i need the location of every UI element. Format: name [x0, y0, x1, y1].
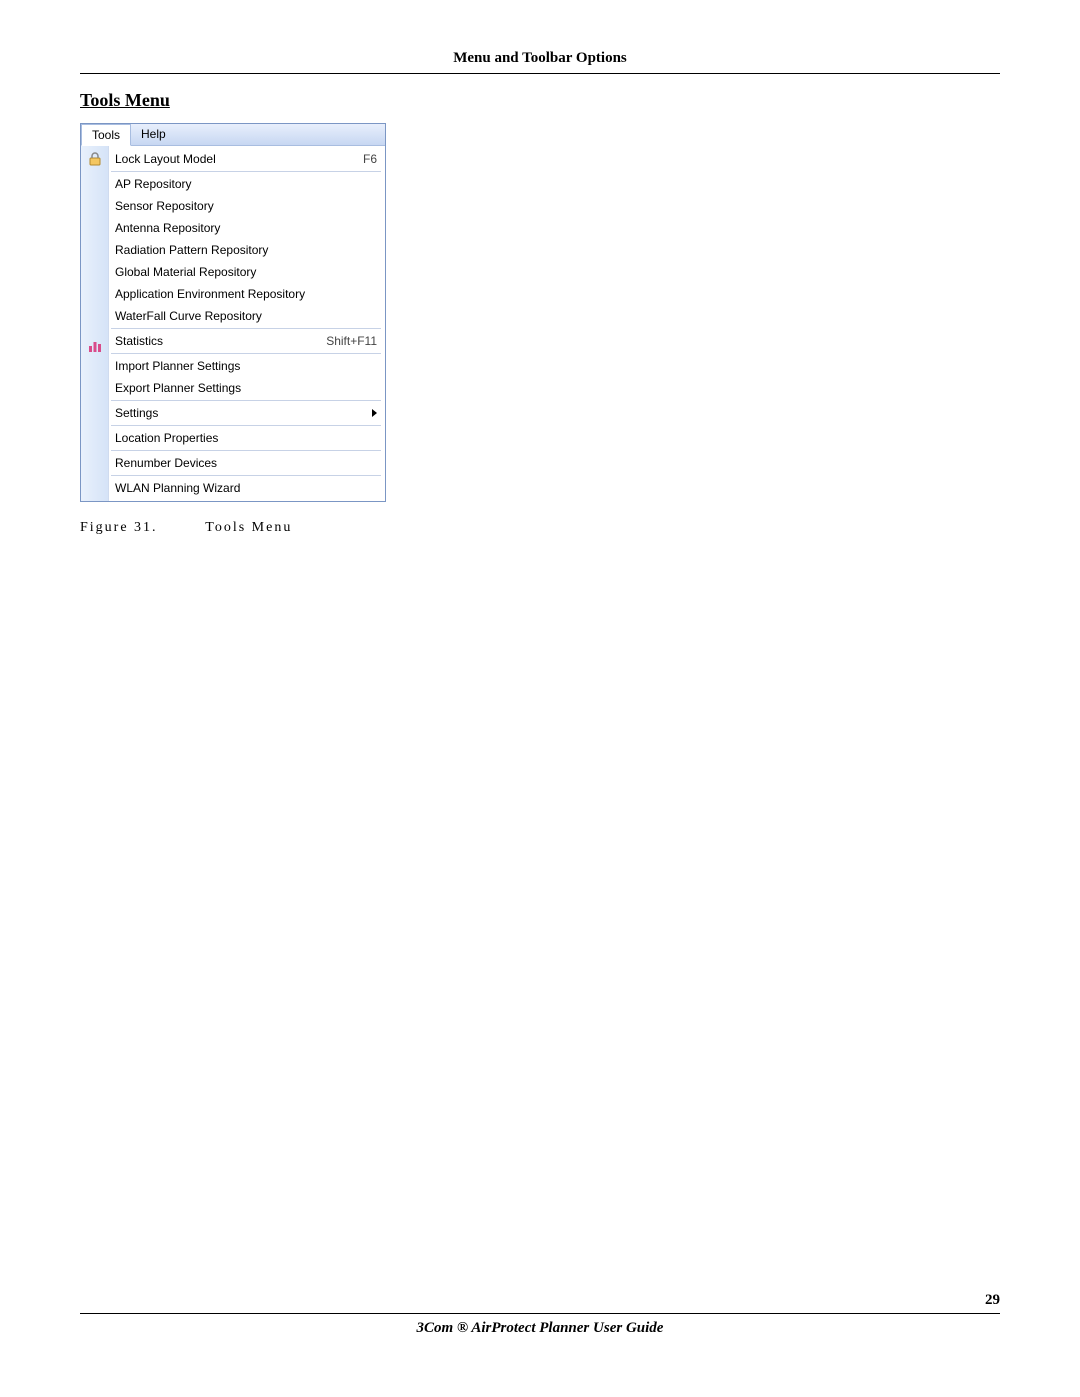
figure-caption: Figure 31. Tools Menu — [80, 520, 1000, 536]
section-title: Tools Menu — [80, 90, 1000, 111]
menu-item[interactable]: Antenna Repository — [109, 217, 385, 239]
menu-item-label: Location Properties — [115, 431, 377, 445]
menu-separator — [111, 328, 381, 329]
menu-separator — [111, 353, 381, 354]
page-number: 29 — [80, 1292, 1000, 1309]
menu-separator — [111, 425, 381, 426]
menu-item-label: Renumber Devices — [115, 456, 377, 470]
menu-item-label: Application Environment Repository — [115, 287, 377, 301]
menu-item[interactable]: Application Environment Repository — [109, 283, 385, 305]
stats-icon — [85, 335, 105, 357]
menu-item[interactable]: Location Properties — [109, 427, 385, 449]
tools-menu-screenshot: Tools Help — [80, 123, 386, 502]
menubar: Tools Help — [81, 124, 385, 146]
menu-item[interactable]: WaterFall Curve Repository — [109, 305, 385, 327]
menu-item-list: Lock Layout ModelF6 AP Repository Sensor R… — [109, 146, 385, 501]
figure-caption-prefix: Figure 31. — [80, 520, 200, 536]
menu-item-label: Export Planner Settings — [115, 381, 377, 395]
submenu-arrow-icon — [372, 409, 377, 417]
menu-item-label: Statistics — [115, 334, 316, 348]
menu-icon-strip — [81, 146, 109, 501]
menu-item[interactable]: WLAN Planning Wizard — [109, 477, 385, 499]
page-header: Menu and Toolbar Options — [80, 50, 1000, 73]
menubar-tab-tools[interactable]: Tools — [81, 124, 131, 146]
menu-separator — [111, 475, 381, 476]
menu-item[interactable]: Import Planner Settings — [109, 355, 385, 377]
menu-separator — [111, 400, 381, 401]
page-footer: 3Com ® AirProtect Planner User Guide — [80, 1314, 1000, 1337]
menu-item-label: WLAN Planning Wizard — [115, 481, 377, 495]
menu-item[interactable]: Global Material Repository — [109, 261, 385, 283]
menu-separator — [111, 450, 381, 451]
menu-item-label: Sensor Repository — [115, 199, 377, 213]
menu-item-label: Settings — [115, 406, 364, 420]
menu-item[interactable]: Renumber Devices — [109, 452, 385, 474]
menu-item[interactable]: StatisticsShift+F11 — [109, 330, 385, 352]
menu-item-label: AP Repository — [115, 177, 377, 191]
menubar-tab-help[interactable]: Help — [131, 124, 176, 145]
menu-item-label: Lock Layout Model — [115, 152, 353, 166]
lock-icon — [85, 148, 105, 170]
menu-item[interactable]: Settings — [109, 402, 385, 424]
menu-item-label: Antenna Repository — [115, 221, 377, 235]
menu-item-label: WaterFall Curve Repository — [115, 309, 377, 323]
menu-item[interactable]: Sensor Repository — [109, 195, 385, 217]
menu-item-accelerator: Shift+F11 — [316, 334, 377, 348]
menu-item[interactable]: AP Repository — [109, 173, 385, 195]
menu-item-accelerator: F6 — [353, 152, 377, 166]
menu-separator — [111, 171, 381, 172]
menu-item-label: Radiation Pattern Repository — [115, 243, 377, 257]
figure-caption-text: Tools Menu — [205, 520, 292, 535]
menu-item[interactable]: Export Planner Settings — [109, 377, 385, 399]
menu-item-label: Import Planner Settings — [115, 359, 377, 373]
menu-item[interactable]: Lock Layout ModelF6 — [109, 148, 385, 170]
menu-item[interactable]: Radiation Pattern Repository — [109, 239, 385, 261]
menu-item-label: Global Material Repository — [115, 265, 377, 279]
